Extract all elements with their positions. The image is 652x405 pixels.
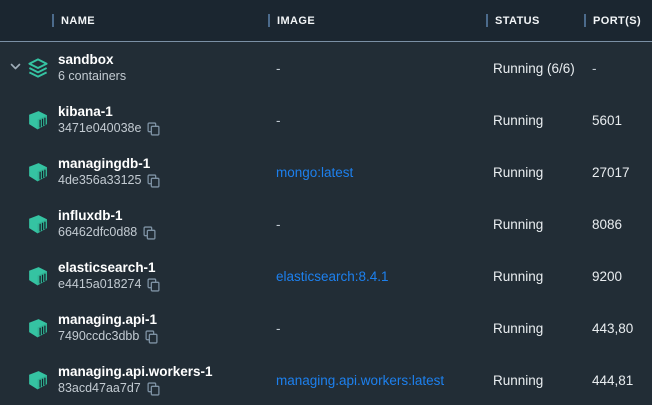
container-cube-icon: [26, 370, 49, 391]
container-cube-icon: [26, 110, 49, 131]
container-name[interactable]: sandbox: [58, 51, 268, 68]
status-value: Running: [486, 321, 584, 336]
ports-value: 5601: [584, 113, 652, 128]
copy-icon[interactable]: [147, 122, 160, 136]
copy-icon[interactable]: [147, 382, 160, 396]
image-value: -: [268, 321, 486, 336]
status-value: Running: [486, 269, 584, 284]
column-header-name-label: NAME: [61, 15, 95, 27]
container-id: 7490ccdc3dbb: [58, 328, 139, 345]
table-row[interactable]: influxdb-1 66462dfc0d88 - Running 8086: [0, 198, 652, 250]
image-link[interactable]: mongo:latest: [268, 165, 486, 180]
ports-value: 9200: [584, 269, 652, 284]
image-value: -: [268, 217, 486, 232]
column-header-name[interactable]: NAME: [52, 14, 268, 27]
container-cube-icon: [26, 266, 49, 287]
column-header-ports-label: PORT(S): [593, 15, 641, 27]
container-name[interactable]: influxdb-1: [58, 207, 268, 224]
column-separator: [52, 14, 54, 27]
container-name[interactable]: managing.api.workers-1: [58, 363, 268, 380]
status-value: Running: [486, 165, 584, 180]
copy-icon[interactable]: [147, 174, 160, 188]
column-separator: [268, 14, 270, 27]
table-row[interactable]: elasticsearch-1 e4415a018274 elasticsear…: [0, 250, 652, 302]
ports-value: -: [584, 61, 652, 76]
column-header-status-label: STATUS: [495, 15, 540, 27]
copy-icon[interactable]: [143, 226, 156, 240]
ports-value: 8086: [584, 217, 652, 232]
container-cube-icon: [26, 162, 49, 183]
status-value: Running: [486, 373, 584, 388]
containers-table: NAME IMAGE STATUS PORT(S): [0, 0, 652, 405]
ports-value: 444,81: [584, 373, 652, 388]
chevron-down-icon[interactable]: [10, 59, 21, 77]
container-cube-icon: [26, 318, 49, 339]
image-value: -: [268, 113, 486, 128]
table-body: sandbox 6 containers - Running (6/6) -: [0, 42, 652, 405]
status-value: Running: [486, 113, 584, 128]
column-header-image-label: IMAGE: [277, 15, 315, 27]
status-value: Running: [486, 217, 584, 232]
column-header-image[interactable]: IMAGE: [268, 14, 486, 27]
container-name[interactable]: managing.api-1: [58, 311, 268, 328]
container-cube-icon: [26, 214, 49, 235]
container-id: 66462dfc0d88: [58, 224, 137, 241]
container-id: 3471e040038e: [58, 120, 141, 137]
ports-value: 443,80: [584, 321, 652, 336]
table-row[interactable]: managingdb-1 4de356a33125 mongo:latest R…: [0, 146, 652, 198]
column-separator: [486, 14, 488, 27]
image-link[interactable]: elasticsearch:8.4.1: [268, 269, 486, 284]
table-row[interactable]: kibana-1 3471e040038e - Running 5601: [0, 94, 652, 146]
column-separator: [584, 14, 586, 27]
container-id: 83acd47aa7d7: [58, 380, 141, 397]
container-id: e4415a018274: [58, 276, 141, 293]
table-row[interactable]: managing.api.workers-1 83acd47aa7d7 mana…: [0, 354, 652, 405]
container-id: 6 containers: [58, 68, 126, 85]
container-name[interactable]: kibana-1: [58, 103, 268, 120]
table-row[interactable]: sandbox 6 containers - Running (6/6) -: [0, 42, 652, 94]
ports-value: 27017: [584, 165, 652, 180]
column-header-ports[interactable]: PORT(S): [584, 14, 652, 27]
image-link[interactable]: managing.api.workers:latest: [268, 373, 486, 388]
table-row[interactable]: managing.api-1 7490ccdc3dbb - Running 44…: [0, 302, 652, 354]
status-value: Running (6/6): [486, 61, 584, 76]
copy-icon[interactable]: [145, 330, 158, 344]
copy-icon[interactable]: [147, 278, 160, 292]
container-name[interactable]: managingdb-1: [58, 155, 268, 172]
stack-icon: [26, 57, 50, 80]
table-header: NAME IMAGE STATUS PORT(S): [0, 0, 652, 42]
container-name[interactable]: elasticsearch-1: [58, 259, 268, 276]
container-id: 4de356a33125: [58, 172, 141, 189]
column-header-status[interactable]: STATUS: [486, 14, 584, 27]
image-value: -: [268, 61, 486, 76]
